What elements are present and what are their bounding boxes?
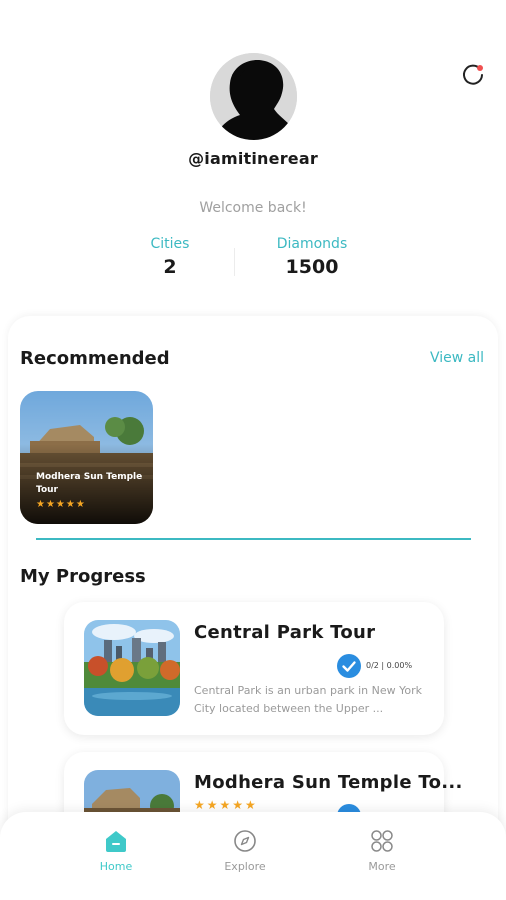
stat-label: Cities [150,236,190,252]
nav-label: Home [99,860,133,873]
username: @iamitinerear [188,149,318,168]
nav-home[interactable]: Home [76,828,156,873]
stat-cities: Cities 2 [120,236,220,278]
recommended-card[interactable]: Modhera Sun Temple Tour ★★★★★ [20,391,153,524]
stat-value: 2 [163,256,177,278]
stat-divider [234,248,235,276]
star-rating: ★★★★★ [36,499,86,510]
central-park-image [84,620,180,716]
section-divider [36,538,471,540]
star-rating: ★★★★★ [194,798,258,812]
nav-label: Explore [224,860,266,873]
progress-description: Central Park is an urban park in New Yor… [194,684,423,715]
progress-card-title: Modhera Sun Temple To... [194,772,463,793]
compass-icon [232,828,258,854]
stat-value: 1500 [285,256,339,278]
home-icon [103,828,129,854]
nav-more[interactable]: More [342,828,422,873]
progress-card[interactable]: Central Park Tour 0/2 | 0.00% Central Pa… [64,602,444,735]
check-icon [337,654,361,678]
refresh-button[interactable] [459,61,487,89]
avatar[interactable] [210,53,297,140]
nav-explore[interactable]: Explore [205,828,285,873]
view-all-link[interactable]: View all [430,350,484,366]
progress-card-title: Central Park Tour [194,622,376,643]
user-silhouette-icon [210,53,297,140]
recommended-card-title: Modhera Sun Temple Tour [36,472,143,495]
nav-label: More [368,860,396,873]
progress-title: My Progress [20,566,146,587]
welcome-text: Welcome back! [199,200,307,216]
stat-diamonds: Diamonds 1500 [262,236,362,278]
recommended-title: Recommended [20,348,170,369]
bottom-nav: Home Explore More [0,812,506,900]
grid-icon [369,828,395,854]
refresh-icon [463,64,483,85]
stat-label: Diamonds [276,236,348,252]
progress-stats: 0/2 | 0.00% [366,661,413,670]
